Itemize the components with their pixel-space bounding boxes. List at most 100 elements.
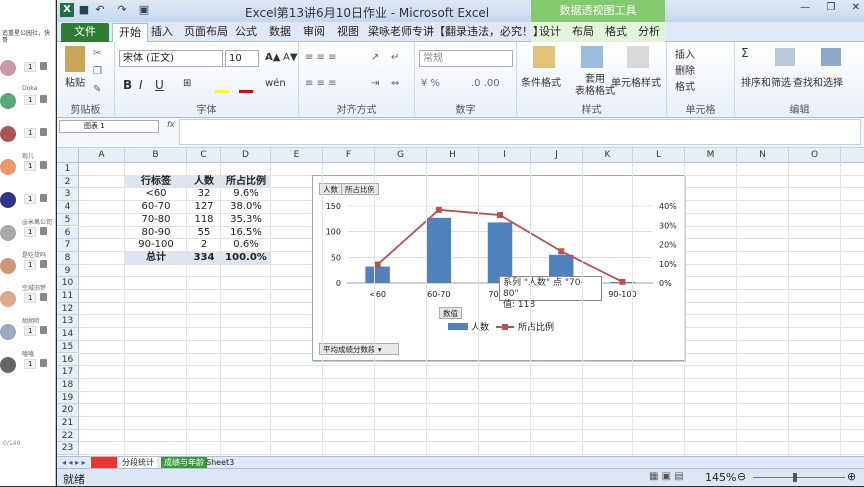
row-header[interactable]: 8 (57, 251, 79, 265)
chat-item[interactable]: 胡胡听 1 (0, 318, 55, 342)
conditional-format-icon[interactable] (533, 46, 555, 68)
trash-icon[interactable] (40, 95, 47, 103)
format-painter-icon[interactable]: ✎ (93, 84, 101, 95)
row-header[interactable]: 17 (57, 366, 79, 379)
pivot-cell[interactable]: 9.6% (221, 188, 271, 201)
trash-icon[interactable] (40, 62, 47, 70)
chat-item[interactable]: 1 (0, 58, 55, 78)
font-color-icon[interactable] (239, 90, 253, 93)
pivot-cell[interactable]: 16.5% (221, 227, 271, 240)
pivot-cell[interactable]: 38.0% (221, 201, 271, 214)
align-left-icon[interactable]: ≡ ≡ ≡ (305, 78, 337, 89)
row-header[interactable]: 1 (57, 163, 79, 176)
cut-icon[interactable]: ✂ (93, 48, 101, 59)
column-header[interactable]: O (789, 148, 841, 163)
autosum-icon[interactable]: Σ (741, 46, 749, 60)
underline-button[interactable]: U (155, 78, 164, 92)
decimal-icon[interactable]: .0 .00 (471, 78, 500, 89)
row-header[interactable]: 3 (57, 188, 79, 202)
trash-icon[interactable] (40, 260, 47, 268)
trash-icon[interactable] (40, 194, 47, 202)
column-header[interactable]: I (479, 148, 531, 163)
trash-icon[interactable] (40, 359, 47, 367)
pivot-cell[interactable]: 所占比例 (221, 175, 271, 189)
pivot-cell[interactable]: 总计 (125, 251, 187, 265)
number-format-select[interactable]: 常规 (419, 50, 513, 67)
row-header[interactable]: 20 (57, 404, 79, 417)
tab-format[interactable]: 格式 (599, 23, 633, 42)
trash-icon[interactable] (40, 326, 47, 334)
column-header[interactable]: B (125, 148, 187, 163)
pivot-cell[interactable]: <60 (125, 188, 187, 201)
axis-field-button[interactable]: 平均成绩分数段 ▾ (319, 343, 399, 355)
table-format-button[interactable]: 套用 表格格式 (575, 74, 615, 98)
pivot-cell[interactable]: 行标签 (125, 175, 187, 189)
pivot-cell[interactable]: 90-100 (125, 239, 187, 252)
zoom-in-icon[interactable]: ⊕ (847, 470, 856, 483)
row-header[interactable]: 4 (57, 201, 79, 214)
paste-icon[interactable] (65, 46, 85, 72)
save-icon[interactable]: ■ (77, 3, 91, 17)
sheet-nav-icon[interactable]: ◂ ◂ ▸ ▸ (59, 457, 89, 468)
chat-item[interactable]: @米萬公司 1 (0, 219, 55, 243)
row-header[interactable]: 5 (57, 213, 79, 227)
sheet-tab-3[interactable]: Sheet3 (203, 457, 237, 468)
table-format-icon[interactable] (581, 46, 603, 68)
row-header[interactable]: 16 (57, 353, 79, 367)
pivot-cell[interactable]: 32 (187, 188, 221, 201)
currency-icon[interactable]: ¥ % (421, 78, 440, 89)
row-header[interactable]: 21 (57, 417, 79, 430)
column-header[interactable]: H (427, 148, 479, 163)
tab-page-layout[interactable]: 页面布局 (178, 23, 234, 42)
row-header[interactable]: 18 (57, 378, 79, 392)
tab-insert[interactable]: 插入 (145, 23, 179, 42)
cell-style-button[interactable]: 单元格样式 (611, 74, 661, 89)
sheet-tab-1[interactable]: 分段统计 (119, 457, 157, 468)
bold-button[interactable]: B (123, 78, 132, 92)
column-header[interactable]: J (531, 148, 583, 163)
row-header[interactable]: 10 (57, 277, 79, 290)
worksheet-grid[interactable]: ABCDEFGHIJKLMNO 1 2 3 4 5 6 7 8 9 10 11 12 13 14 15 16 1… (57, 148, 864, 458)
chat-item[interactable]: 空城旧梦 1 (0, 285, 55, 309)
trash-icon[interactable] (40, 161, 47, 169)
zoom-slider[interactable] (753, 477, 845, 478)
column-header[interactable]: G (375, 148, 427, 163)
zoom-level[interactable]: 145% (705, 471, 736, 484)
view-normal-icon[interactable]: ▦ ▣ ▤ (649, 471, 684, 482)
row-header[interactable]: 7 (57, 239, 79, 252)
shrink-font-icon[interactable]: A▼ (283, 52, 298, 63)
column-header[interactable]: D (221, 148, 271, 163)
minimize-icon[interactable]: — (800, 2, 810, 18)
sheet-tab-2[interactable]: 成绩与年龄 (161, 457, 207, 468)
chat-item[interactable]: 1 (0, 190, 55, 210)
tab-formulas[interactable]: 公式 (229, 23, 263, 42)
formula-input[interactable] (179, 119, 861, 145)
merge-icon[interactable]: ⇔ (391, 78, 399, 89)
align-top-icon[interactable]: ≡ ≡ ≡ (305, 52, 337, 63)
pivot-cell[interactable]: 118 (187, 214, 221, 227)
tab-analyze[interactable]: 分析 (632, 23, 666, 42)
row-header[interactable]: 11 (57, 290, 79, 303)
column-header[interactable]: N (737, 148, 789, 163)
restore-icon[interactable]: ❐ (826, 2, 835, 18)
pivot-cell[interactable]: 人数 (187, 175, 221, 189)
font-name-select[interactable]: 宋体 (正文) (119, 50, 223, 67)
pivot-cell[interactable]: 100.0% (221, 251, 271, 265)
phonetic-icon[interactable]: wén (265, 78, 286, 89)
trash-icon[interactable] (40, 293, 47, 301)
print-preview-icon[interactable]: ▣ (137, 3, 151, 17)
italic-button[interactable]: I (139, 78, 143, 92)
pivot-chart[interactable]: 人数 所占比例 0501001500%10%20%30%40%<6060-707… (312, 175, 685, 361)
tab-data[interactable]: 数据 (263, 23, 297, 42)
sort-filter-icon[interactable] (775, 48, 795, 66)
row-header[interactable]: 22 (57, 429, 79, 443)
font-size-select[interactable]: 10 (225, 50, 259, 67)
row-header[interactable]: 9 (57, 264, 79, 278)
redo-icon[interactable]: ↷ (115, 3, 129, 17)
pivot-cell[interactable]: 0.6% (221, 239, 271, 252)
trash-icon[interactable] (40, 227, 47, 235)
pivot-cell[interactable]: 35.3% (221, 214, 271, 227)
pivot-cell[interactable]: 127 (187, 201, 221, 214)
column-header[interactable]: A (79, 148, 125, 163)
sort-filter-button[interactable]: 排序和筛选 (741, 74, 791, 89)
